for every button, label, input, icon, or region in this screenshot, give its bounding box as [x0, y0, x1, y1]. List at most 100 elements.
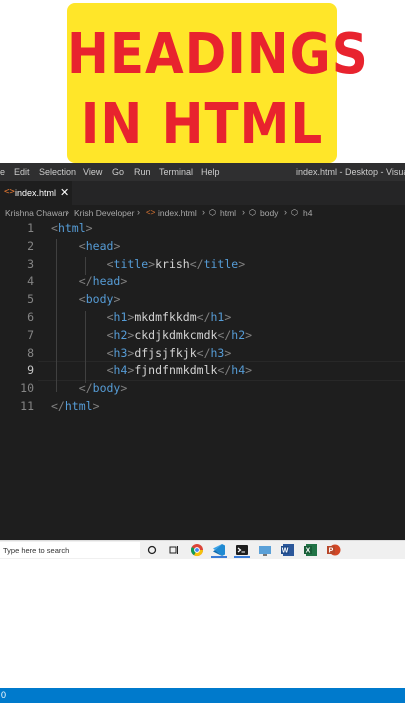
angle-bracket: < — [106, 310, 114, 324]
code-line[interactable]: <head> — [79, 239, 121, 253]
thumbnail-banner: HEADINGS IN HTML — [0, 0, 405, 163]
screen-icon[interactable] — [257, 542, 273, 558]
indent-guide — [85, 257, 86, 275]
vscode-window: e Edit Selection View Go Run Terminal He… — [0, 163, 405, 703]
line-number: 1 — [27, 221, 34, 235]
code-line[interactable]: </body> — [79, 381, 128, 395]
menu-view[interactable]: View — [83, 167, 102, 177]
chrome-icon[interactable] — [189, 542, 205, 558]
angle-bracket: > — [245, 327, 253, 342]
tag-name: body — [92, 381, 121, 396]
tag-name: h4 — [231, 363, 246, 378]
powerpoint-icon[interactable]: P — [326, 542, 342, 558]
svg-text:X: X — [306, 548, 311, 555]
angle-bracket: </ — [217, 363, 232, 378]
menu-run[interactable]: Run — [134, 167, 151, 177]
tag-name: body — [85, 292, 114, 307]
active-app-indicator — [234, 556, 250, 558]
chevron-right-icon: › — [284, 207, 287, 217]
line-number: 8 — [27, 345, 34, 360]
breadcrumb-item[interactable]: body — [260, 208, 278, 218]
code-line[interactable]: </head> — [79, 274, 128, 288]
breadcrumb-item[interactable]: Krish Developer — [74, 208, 134, 218]
menu-go[interactable]: Go — [112, 167, 124, 177]
code-line[interactable]: <body> — [79, 292, 121, 306]
angle-bracket: </ — [196, 345, 211, 360]
breadcrumb-item[interactable]: Krishna Chawan — [5, 208, 67, 218]
chevron-right-icon: › — [242, 207, 245, 217]
angle-bracket: < — [51, 221, 58, 235]
html-file-icon: <> — [146, 208, 156, 217]
angle-bracket: > — [113, 292, 121, 307]
line-number: 3 — [27, 256, 34, 271]
title-card: HEADINGS IN HTML — [67, 3, 369, 163]
angle-bracket: </ — [78, 274, 93, 289]
angle-bracket: </ — [51, 399, 65, 413]
menu-edit[interactable]: Edit — [14, 167, 30, 177]
tab-index-html[interactable]: <> index.html ✕ — [0, 181, 72, 205]
status-bar-text[interactable]: 0 — [1, 690, 6, 700]
breadcrumb-item[interactable]: index.html — [158, 208, 197, 218]
breadcrumb-item[interactable]: html — [220, 208, 236, 218]
code-line[interactable]: </html> — [51, 399, 100, 413]
angle-bracket: < — [78, 292, 86, 307]
menu-bar: e Edit Selection View Go Run Terminal He… — [0, 163, 405, 181]
angle-bracket: < — [106, 256, 114, 271]
angle-bracket: < — [106, 327, 114, 342]
line-number: 2 — [27, 238, 34, 253]
cortana-icon[interactable] — [144, 542, 160, 558]
code-editor[interactable]: 1 <html> 2 <head> 3 <title>krish</title> 4 </he… — [0, 221, 405, 521]
line-number: 7 — [27, 327, 34, 342]
menu-file[interactable]: e — [0, 167, 5, 177]
close-icon[interactable]: ✕ — [60, 186, 69, 199]
breadcrumb: Krishna Chawan › Krish Developer › <> in… — [0, 205, 405, 221]
breadcrumb-item[interactable]: h4 — [303, 208, 312, 218]
search-placeholder: Type here to search — [3, 546, 70, 555]
tag-name: h2 — [113, 327, 128, 342]
element-icon: ⬡ — [291, 208, 298, 217]
status-bar: 0 — [0, 688, 405, 703]
text-content: ckdjkdmkcmdk — [134, 327, 218, 342]
tab-label: index.html — [15, 188, 57, 198]
tag-name: title — [203, 256, 239, 271]
tag-name: h1 — [210, 310, 225, 324]
element-icon: ⬡ — [249, 208, 256, 217]
code-line[interactable]: <h2>ckdjkdmkcmdk</h2> — [107, 328, 252, 342]
code-line[interactable]: <title>krish</title> — [107, 257, 246, 271]
svg-text:W: W — [282, 548, 289, 555]
element-icon: ⬡ — [209, 208, 216, 217]
task-view-icon[interactable] — [166, 542, 182, 558]
excel-icon[interactable]: X — [303, 542, 319, 558]
angle-bracket: </ — [217, 327, 232, 342]
angle-bracket: < — [106, 363, 114, 378]
code-line[interactable]: <html> — [51, 221, 93, 235]
tag-name: h4 — [113, 363, 128, 378]
code-line[interactable]: <h1>mkdmfkkdm</h1> — [107, 310, 232, 324]
code-line[interactable]: <h3>dfjsjfkjk</h3> — [107, 346, 232, 360]
tag-name: html — [57, 221, 86, 235]
line-number: 9 — [27, 363, 34, 378]
banner-title-line-1: HEADINGS — [67, 21, 369, 87]
menu-selection[interactable]: Selection — [39, 167, 76, 177]
line-number: 5 — [27, 292, 34, 307]
html-file-icon: <> — [4, 187, 15, 197]
windows-taskbar: Type here to search W X P — [0, 540, 405, 559]
chevron-right-icon: › — [66, 207, 69, 217]
svg-text:P: P — [329, 548, 334, 555]
line-number: 6 — [27, 310, 34, 324]
indent-guide — [56, 239, 57, 392]
code-line[interactable]: <h4>fjndfnmkdmlk</h4> — [107, 363, 252, 377]
angle-bracket: </ — [196, 310, 211, 324]
angle-bracket: > — [120, 274, 128, 289]
taskbar-search-input[interactable]: Type here to search — [0, 542, 140, 558]
chevron-right-icon: › — [202, 207, 205, 217]
menu-help[interactable]: Help — [201, 167, 220, 177]
angle-bracket: </ — [189, 256, 204, 271]
tag-name: head — [85, 238, 114, 253]
angle-bracket: </ — [78, 381, 93, 396]
chevron-right-icon: › — [137, 207, 140, 217]
menu-terminal[interactable]: Terminal — [159, 167, 193, 177]
word-icon[interactable]: W — [280, 542, 296, 558]
tag-name: title — [113, 256, 149, 271]
tag-name: h3 — [113, 345, 128, 360]
